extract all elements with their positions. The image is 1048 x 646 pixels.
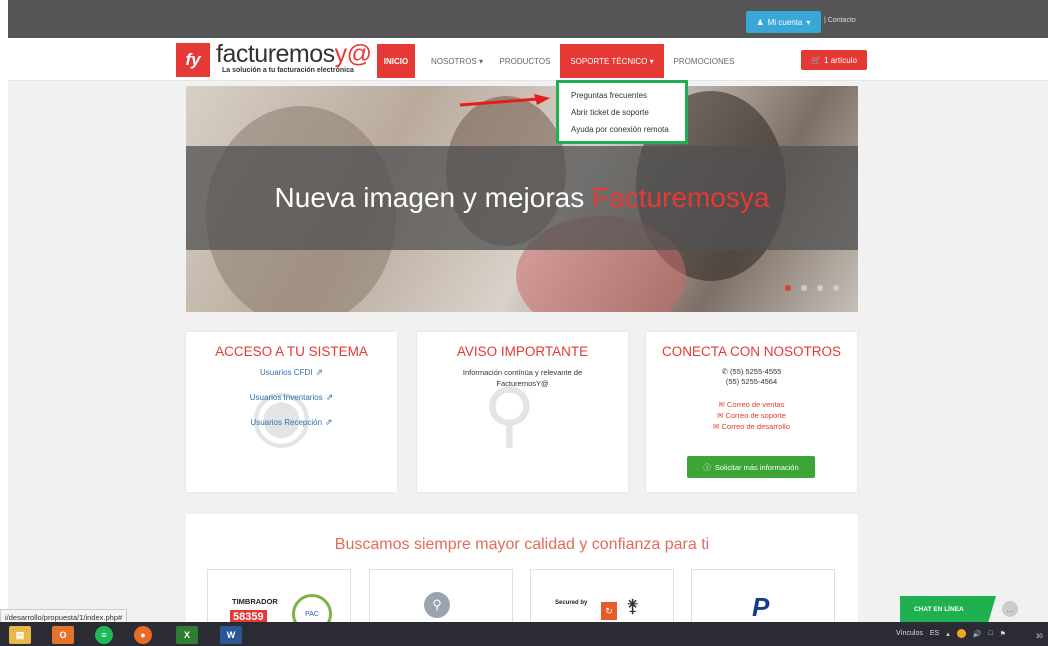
tray-language[interactable]: ES (930, 630, 939, 637)
ssl-brand-icon: ↻ (601, 602, 617, 620)
cart-button[interactable]: 🛒 1 artículo (801, 50, 867, 70)
nav-promociones[interactable]: Promociones (670, 44, 738, 78)
card-title: AVISO IMPORTANTE (456, 344, 589, 359)
phone-number: ✆ (55) 5255-4555 (721, 367, 782, 376)
chevron-down-icon: ▾ (649, 56, 654, 66)
chat-bubble-icon[interactable]: … (1002, 601, 1018, 617)
nav-soporte-label: Soporte técnico (570, 56, 648, 66)
menu-item-abrir-ticket[interactable]: Abrir ticket de soporte (559, 104, 685, 121)
timbrador-logo-card: TIMBRADOR 58359 PAC (207, 569, 351, 626)
hero-carousel: Nueva imagen y mejoras Facturemosya (186, 86, 858, 312)
red-arrow-annotation (459, 94, 550, 107)
carousel-dot[interactable] (817, 285, 823, 291)
my-account-label: Mi cuenta (767, 17, 803, 27)
security-logo-card: ⚲ (369, 569, 513, 626)
brand-name: facturemosy@ (216, 40, 372, 68)
card-conecta: CONECTA CON NOSOTROS ✆ (55) 5255-4555 (5… (646, 332, 857, 492)
firefox-icon[interactable]: ● (134, 626, 152, 644)
envelope-icon: ✉ (717, 411, 724, 420)
secured-by-logo-card: Secured by ↻ ⚵ (530, 569, 674, 626)
timbrador-label: TIMBRADOR (232, 597, 278, 606)
carousel-dot[interactable] (785, 285, 791, 291)
padlock-icon: ⚵ (626, 596, 640, 616)
panel-title: Buscamos siempre mayor calidad y confian… (334, 536, 710, 553)
flag-icon[interactable]: ⚑ (1000, 630, 1006, 638)
link-label: Usuarios Recepción (250, 418, 323, 427)
paypal-icon: P (752, 592, 770, 622)
menu-item-preguntas-frecuentes[interactable]: Preguntas frecuentes (559, 87, 685, 104)
contact-link[interactable]: | Contacto (824, 17, 856, 24)
card-aviso-importante: ⚲ AVISO IMPORTANTE Información contínüa … (417, 332, 628, 492)
top-bar (0, 0, 1048, 646)
hero-title: Nueva imagen y mejoras Facturemosya (274, 182, 770, 213)
cart-icon: 🛒 (811, 55, 822, 65)
tray-links-label[interactable]: Vínculos (896, 630, 923, 637)
brand-tagline: La solución a tu facturación electrónica (222, 67, 354, 74)
mail-link-ventas[interactable]: ✉ Correo de ventas (646, 399, 857, 410)
windows-taskbar (0, 622, 1048, 646)
cart-label: 1 artículo (824, 55, 857, 65)
volume-icon[interactable]: 🔊 (973, 630, 982, 638)
carousel-dot[interactable] (833, 285, 839, 291)
card-title: CONECTA CON NOSOTROS (661, 344, 841, 359)
nav-nosotros-label: Nosotros (430, 56, 477, 66)
nav-nosotros[interactable]: Nosotros ▾ (423, 44, 491, 78)
menu-item-ayuda-remota[interactable]: Ayuda por conexión remota (559, 121, 685, 138)
solicitar-label: Solicitar más información (714, 462, 799, 472)
word-icon[interactable]: W (220, 626, 242, 644)
link-label: Usuarios CFDI (260, 368, 313, 377)
link-usuarios-cfdi[interactable]: Usuarios CFDI ⇗ (186, 367, 397, 378)
chevron-down-icon: ▾ (479, 56, 484, 66)
soporte-dropdown-menu: Preguntas frecuentes Abrir ticket de sop… (556, 80, 688, 144)
user-icon: ♟ (756, 17, 764, 27)
info-icon: ⓘ (703, 462, 711, 472)
card-title: ACCESO A TU SISTEMA (215, 344, 368, 359)
link-label: Usuarios Inventarios (249, 393, 323, 402)
paypal-logo-card: P (691, 569, 835, 626)
my-account-button[interactable]: ♟ Mi cuenta ▾ (746, 11, 821, 33)
external-link-icon: ⇗ (315, 367, 323, 377)
nav-inicio[interactable]: Inicio (377, 44, 415, 78)
phone-number: (55) 5255-4564 (725, 377, 778, 386)
phone-icon: ✆ (721, 367, 728, 376)
lock-icon: ◉ (250, 375, 313, 455)
taskbar-clock: 30 (1036, 634, 1043, 640)
link-usuarios-inventarios[interactable]: Usuarios Inventarios ⇗ (186, 392, 397, 403)
excel-icon[interactable]: X (176, 626, 198, 644)
solicitar-info-button[interactable]: ⓘ Solicitar más información (687, 456, 815, 478)
system-tray: Vínculos ES ▴ 🔊 □ ⚑ (896, 629, 1006, 638)
tray-up-arrow-icon[interactable]: ▴ (946, 630, 950, 638)
mail-link-desarrollo[interactable]: ✉ Correo de desarrollo (646, 421, 857, 432)
carousel-indicators (785, 285, 839, 291)
envelope-icon: ✉ (718, 400, 725, 409)
chevron-down-icon: ▾ (806, 17, 811, 27)
external-link-icon: ⇗ (325, 417, 333, 427)
nav-productos[interactable]: Productos (496, 44, 554, 78)
network-icon[interactable]: □ (988, 630, 992, 637)
nav-soporte-tecnico[interactable]: Soporte técnico ▾ (560, 44, 664, 78)
notification-icon[interactable] (956, 629, 966, 638)
card-acceso-sistema: ◉ ACCESO A TU SISTEMA Usuarios CFDI ⇗ Usu… (186, 332, 397, 492)
spotify-icon[interactable]: ≡ (95, 626, 113, 644)
aviso-text: Información contínüa y relevante de Fact… (462, 368, 583, 388)
brand-logo[interactable]: fy facturemosy@ La solución a tu factura… (176, 40, 372, 77)
file-explorer-icon[interactable]: ▤ (9, 626, 31, 644)
link-usuarios-recepcion[interactable]: Usuarios Recepción ⇗ (186, 417, 397, 428)
envelope-icon: ✉ (713, 422, 720, 431)
external-link-icon: ⇗ (325, 392, 334, 402)
mail-link-soporte[interactable]: ✉ Correo de soporte (646, 410, 857, 421)
outlook-icon[interactable]: O (52, 626, 74, 644)
fy-logo-icon: fy (176, 43, 210, 77)
window-left-edge (0, 0, 8, 646)
secured-by-label: Secured by (555, 600, 588, 606)
lock-icon: ⚲ (424, 592, 450, 618)
chat-online-button[interactable]: CHAT EN LÍNEA (900, 596, 996, 622)
carousel-dot[interactable] (801, 285, 807, 291)
